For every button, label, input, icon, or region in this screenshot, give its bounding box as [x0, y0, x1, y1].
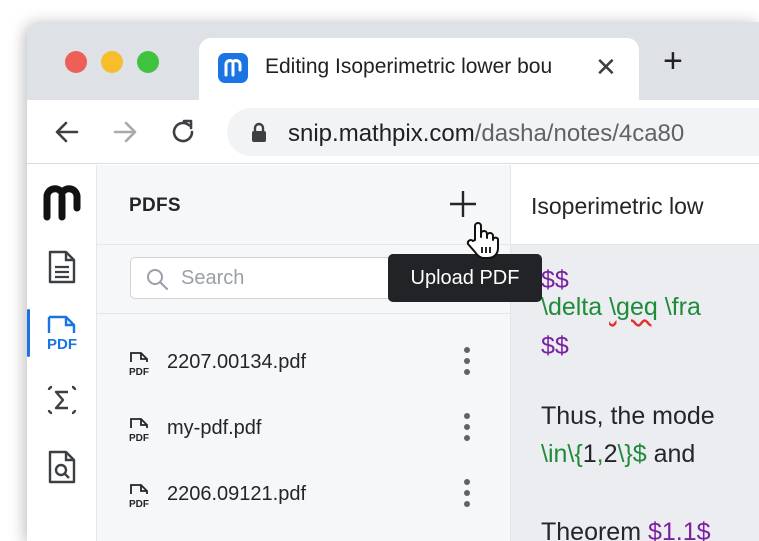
- active-tab[interactable]: Editing Isoperimetric lower bou ✕: [199, 38, 639, 100]
- notes-icon[interactable]: [27, 237, 97, 297]
- code-token: \delta: [541, 293, 610, 321]
- code-line: Theorem $1.1$: [541, 517, 711, 541]
- search-input[interactable]: [181, 266, 411, 290]
- code-token: $: [696, 518, 711, 541]
- back-arrow-icon[interactable]: [51, 116, 83, 148]
- minimize-window-button[interactable]: [101, 51, 123, 73]
- pdf-icon[interactable]: PDF: [27, 303, 97, 363]
- address-bar[interactable]: snip.mathpix.com/dasha/notes/4ca80: [227, 108, 759, 156]
- browser-toolbar: snip.mathpix.com/dasha/notes/4ca80: [27, 100, 759, 164]
- code-token: Thus, the mode: [541, 402, 715, 430]
- pdfs-panel: PDFS PDF 2207.00134.pdf PDF my-pdf.pdf: [97, 165, 511, 541]
- close-window-button[interactable]: [65, 51, 87, 73]
- list-item[interactable]: PDF my-pdf.pdf: [97, 399, 511, 459]
- browser-window: Editing Isoperimetric lower bou ✕ + snip…: [27, 22, 759, 541]
- code-line: Thus, the mode: [541, 401, 715, 431]
- svg-text:PDF: PDF: [129, 367, 149, 377]
- file-name: 2207.00134.pdf: [167, 351, 307, 373]
- zoom-window-button[interactable]: [137, 51, 159, 73]
- tab-title: Editing Isoperimetric lower bou: [265, 55, 553, 78]
- tab-close-icon[interactable]: ✕: [595, 52, 617, 83]
- reload-icon[interactable]: [167, 116, 199, 148]
- app-sidebar: PDF: [27, 165, 97, 541]
- svg-text:PDF: PDF: [129, 499, 149, 509]
- divider: [97, 313, 511, 314]
- code-token: Theorem: [541, 518, 648, 541]
- code-token: and: [646, 440, 696, 468]
- pdf-file-icon: PDF: [127, 483, 151, 514]
- file-search-icon[interactable]: [27, 437, 97, 497]
- lock-icon: [249, 122, 269, 149]
- code-line: \delta \geq \fra: [541, 292, 701, 322]
- code-token: $$: [541, 266, 569, 294]
- code-token: 1: [582, 440, 597, 468]
- panel-header: PDFS: [97, 165, 511, 245]
- forward-arrow-icon[interactable]: [109, 116, 141, 148]
- more-options-icon[interactable]: [459, 413, 475, 443]
- more-options-icon[interactable]: [459, 479, 475, 509]
- list-item[interactable]: PDF 2207.00134.pdf: [97, 333, 511, 393]
- code-line: $$: [541, 331, 569, 361]
- mathpix-logo-icon: [218, 53, 248, 83]
- svg-text:PDF: PDF: [47, 336, 77, 353]
- file-name: my-pdf.pdf: [167, 417, 262, 439]
- pdf-file-icon: PDF: [127, 417, 151, 448]
- code-line: \in\{1,2\}$ and: [541, 439, 695, 469]
- spelling-error-token: \geq: [609, 293, 658, 321]
- mathpix-logo-icon[interactable]: [27, 173, 97, 233]
- code-token: ,: [596, 440, 604, 468]
- more-options-icon[interactable]: [459, 347, 475, 377]
- code-token: $$: [541, 332, 569, 360]
- file-name: 2206.09121.pdf: [167, 483, 307, 505]
- upload-pdf-button[interactable]: [448, 189, 478, 219]
- code-line: $$: [541, 265, 569, 295]
- hand-cursor-icon: [465, 220, 499, 265]
- editor-pane[interactable]: Isoperimetric low $$ \delta \geq \fra $$ Th…: [511, 165, 759, 541]
- svg-text:PDF: PDF: [129, 433, 149, 443]
- sigma-icon[interactable]: [27, 370, 97, 430]
- panel-title: PDFS: [129, 195, 181, 216]
- code-token: 2: [603, 440, 618, 468]
- search-icon: [145, 267, 169, 296]
- code-token: \fra: [657, 293, 701, 321]
- code-token: \in\{: [541, 440, 583, 468]
- search-field[interactable]: [130, 257, 430, 299]
- pdf-file-icon: PDF: [127, 351, 151, 382]
- code-token: $1.1: [647, 518, 697, 541]
- document-title: Isoperimetric low: [531, 193, 704, 219]
- new-tab-button[interactable]: +: [663, 44, 683, 78]
- tab-strip: Editing Isoperimetric lower bou ✕ +: [27, 22, 759, 100]
- code-token: \}$: [617, 440, 647, 468]
- url-text: snip.mathpix.com/dasha/notes/4ca80: [288, 120, 685, 147]
- list-item[interactable]: PDF 2206.09121.pdf: [97, 465, 511, 525]
- editor-header: Isoperimetric low: [511, 165, 759, 245]
